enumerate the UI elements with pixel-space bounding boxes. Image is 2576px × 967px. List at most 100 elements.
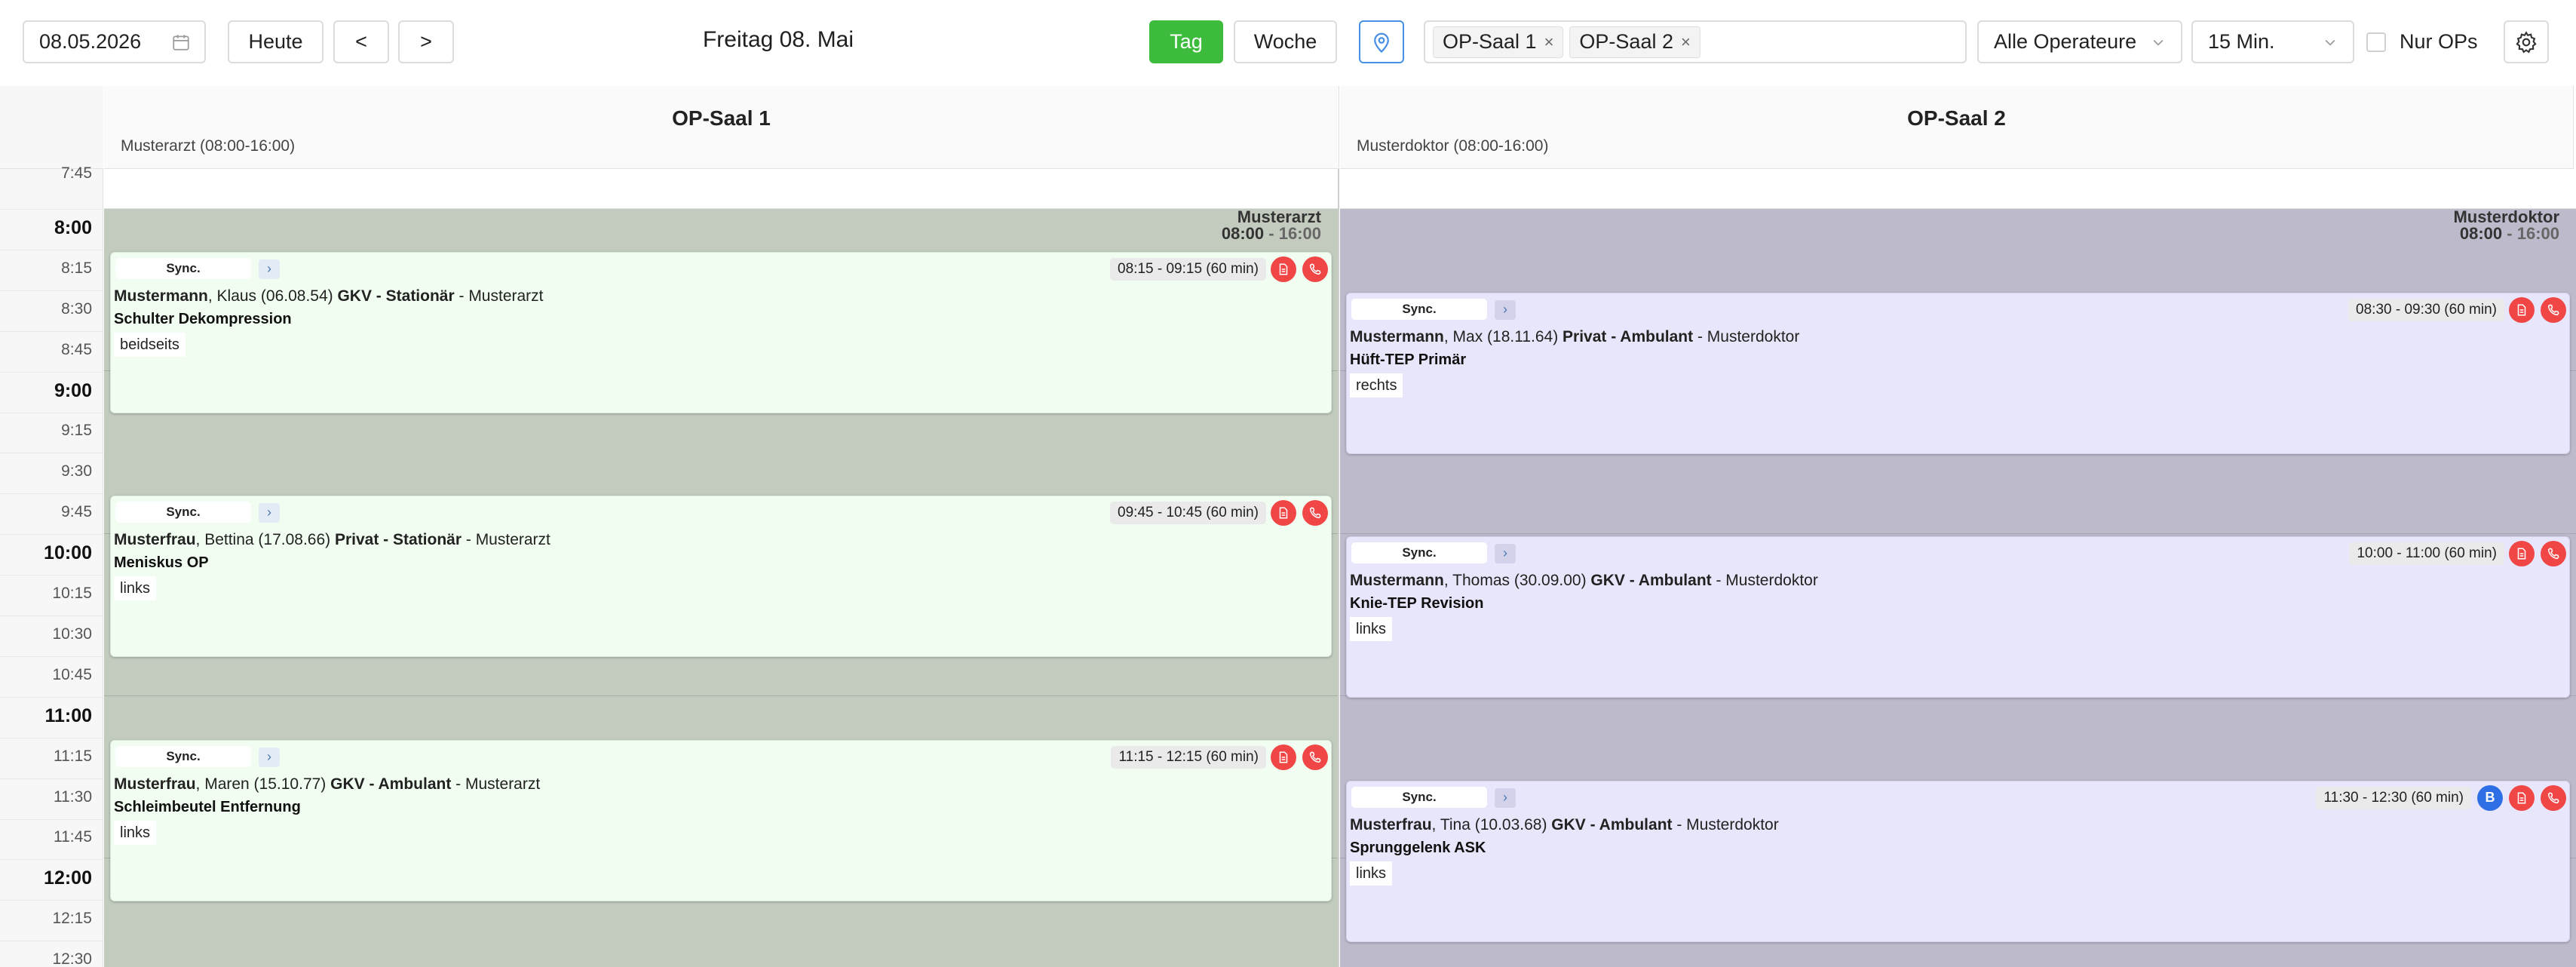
expand-button[interactable]: › — [1495, 544, 1516, 564]
time-badge: 11:30 - 12:30 (60 min) — [2316, 786, 2471, 809]
time-label: 10:15 — [52, 585, 92, 602]
settings-button[interactable] — [2504, 20, 2549, 63]
patient-details: , Klaus (06.08.54) — [207, 287, 338, 305]
assigned-doctor: - Musterarzt — [451, 775, 541, 793]
toolbar: 08.05.2026 Heute < > Freitag 08. Mai Tag… — [0, 0, 2576, 86]
only-ops-label: Nur OPs — [2400, 30, 2478, 53]
calendar-grid: 7:45 8:00 8:15 8:30 8:45 9:00 9:15 9:30 9:45 10:0… — [0, 86, 2576, 967]
interval-select[interactable]: 15 Min. — [2191, 20, 2354, 63]
room-multiselect[interactable]: OP-Saal 1 × OP-Saal 2 × — [1424, 20, 1967, 63]
column-title: OP-Saal 2 — [1907, 106, 2006, 130]
time-label: 9:15 — [61, 422, 92, 440]
shift-doctor-name: Musterarzt — [1237, 207, 1321, 226]
b-badge-icon[interactable]: B — [2477, 784, 2503, 811]
shift-start: 08:00 — [2459, 224, 2503, 243]
only-ops-checkbox[interactable] — [2366, 32, 2386, 52]
phone-icon[interactable] — [2541, 541, 2566, 567]
operators-select[interactable]: Alle Operateure — [1977, 20, 2182, 63]
time-label: 7:45 — [61, 164, 92, 182]
location-pin-icon — [1374, 32, 1389, 53]
phone-icon[interactable] — [2541, 784, 2566, 811]
time-tick — [0, 859, 103, 861]
pre-shift-slot[interactable] — [1340, 169, 2576, 209]
shift-block[interactable]: Musterarzt 08:00 - 16:00 Sync. › 08:15 - 0… — [104, 209, 1338, 967]
only-ops-toggle[interactable]: Nur OPs — [2366, 30, 2478, 54]
expand-button[interactable]: › — [259, 259, 280, 279]
room-chip[interactable]: OP-Saal 1 × — [1433, 26, 1564, 58]
sync-button[interactable]: Sync. — [115, 257, 251, 279]
assigned-doctor: - Musterarzt — [462, 531, 550, 549]
remove-icon[interactable]: × — [1544, 32, 1554, 52]
shift-label: Musterdoktor 08:00 - 16:00 — [2453, 209, 2559, 242]
patient-lastname: Mustermann — [1350, 572, 1444, 590]
document-icon[interactable] — [1271, 256, 1296, 282]
expand-button[interactable]: › — [259, 747, 280, 767]
column-header-op-saal-1: OP-Saal 1 Musterarzt (08:00-16:00) — [104, 86, 1339, 169]
shift-start: 08:00 — [1221, 224, 1265, 243]
expand-button[interactable]: › — [1495, 787, 1516, 808]
interval-select-value: 15 Min. — [2208, 30, 2275, 53]
day-view-button[interactable]: Tag — [1149, 20, 1223, 63]
sync-button[interactable]: Sync. — [1351, 786, 1487, 808]
patient-line: Musterfrau, Maren (15.10.77) GKV - Ambul… — [114, 775, 540, 794]
expand-button[interactable]: › — [259, 503, 280, 523]
today-button[interactable]: Heute — [228, 20, 324, 63]
patient-line: Musterfrau, Tina (10.03.68) GKV - Ambula… — [1350, 816, 1779, 834]
week-view-button[interactable]: Woche — [1234, 20, 1337, 63]
assigned-doctor: - Musterdoktor — [1711, 572, 1818, 590]
procedure-name: Hüft-TEP Primär — [1350, 351, 1467, 368]
date-input[interactable]: 08.05.2026 — [23, 20, 206, 63]
phone-icon[interactable] — [1302, 500, 1328, 526]
sync-button[interactable]: Sync. — [115, 745, 251, 767]
sync-button[interactable]: Sync. — [1351, 298, 1487, 320]
pre-shift-slot[interactable] — [104, 169, 1338, 209]
insurance-type: Privat - Stationär — [334, 531, 462, 549]
column-body-op-saal-1[interactable]: Musterarzt 08:00 - 16:00 Sync. › 08:15 - 0… — [104, 169, 1339, 967]
procedure-name: Sprunggelenk ASK — [1350, 839, 1486, 856]
patient-details: , Bettina (17.08.66) — [195, 531, 335, 549]
column-title: OP-Saal 1 — [672, 106, 771, 130]
time-label: 10:00 — [44, 542, 92, 564]
chevron-down-icon — [2325, 39, 2335, 46]
next-day-button[interactable]: > — [398, 20, 454, 63]
document-icon[interactable] — [1271, 744, 1296, 770]
time-badge: 08:15 - 09:15 (60 min) — [1110, 257, 1266, 281]
procedure-name: Meniskus OP — [114, 554, 209, 572]
document-icon[interactable] — [2509, 296, 2535, 323]
room-chip-label: OP-Saal 2 — [1579, 30, 1673, 53]
gear-icon — [2516, 30, 2537, 54]
appointment-card[interactable]: Sync. › 08:15 - 09:15 (60 min) Mustermann, … — [110, 251, 1332, 413]
time-label: 11:00 — [44, 705, 92, 726]
time-label: 8:30 — [61, 299, 92, 318]
remove-icon[interactable]: × — [1681, 32, 1691, 52]
document-icon[interactable] — [1271, 500, 1296, 526]
shift-block[interactable]: Musterdoktor 08:00 - 16:00 Sync. › 08:30 -… — [1340, 209, 2576, 967]
patient-line: Mustermann, Max (18.11.64) Privat - Ambu… — [1350, 328, 1799, 346]
phone-icon[interactable] — [2541, 296, 2566, 323]
hour-line — [1340, 533, 2576, 534]
insurance-type: GKV - Ambulant — [330, 775, 452, 793]
appointment-card[interactable]: Sync. › 09:45 - 10:45 (60 min) Musterfrau, … — [110, 496, 1332, 658]
patient-details: , Thomas (30.09.00) — [1443, 572, 1591, 590]
appointment-card[interactable]: Sync. › 11:15 - 12:15 (60 min) Musterfrau, … — [110, 739, 1332, 901]
location-button[interactable] — [1359, 20, 1404, 63]
patient-lastname: Musterfrau — [114, 531, 196, 549]
time-gutter-header — [0, 86, 103, 169]
phone-icon[interactable] — [1302, 744, 1328, 770]
assigned-doctor: - Musterdoktor — [1672, 815, 1779, 833]
room-chip[interactable]: OP-Saal 2 × — [1569, 26, 1700, 58]
sync-button[interactable]: Sync. — [1351, 542, 1487, 564]
expand-button[interactable]: › — [1495, 299, 1516, 320]
phone-icon[interactable] — [1302, 256, 1328, 282]
document-icon[interactable] — [2509, 541, 2535, 567]
shift-separator: - — [1264, 224, 1279, 243]
column-body-op-saal-2[interactable]: Musterdoktor 08:00 - 16:00 Sync. › 08:30 -… — [1340, 169, 2576, 967]
appointment-card[interactable]: Sync. › 08:30 - 09:30 (60 min) Mustermann, … — [1346, 292, 2570, 454]
previous-day-button[interactable]: < — [333, 20, 389, 63]
sync-button[interactable]: Sync. — [115, 502, 251, 523]
appointment-card[interactable]: Sync. › 11:30 - 12:30 (60 min) B Musterfrau,… — [1346, 780, 2570, 942]
document-icon[interactable] — [2509, 784, 2535, 811]
time-label: 11:30 — [54, 787, 92, 806]
shift-separator: - — [2502, 224, 2517, 243]
appointment-card[interactable]: Sync. › 10:00 - 11:00 (60 min) Mustermann, … — [1346, 536, 2570, 698]
